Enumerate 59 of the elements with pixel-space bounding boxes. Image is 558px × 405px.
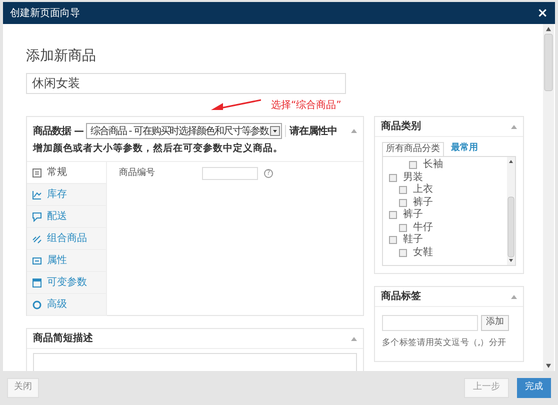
back-button[interactable]: 上一步 — [464, 378, 509, 398]
arrow-icon — [211, 99, 261, 111]
chart-icon — [32, 190, 42, 200]
category-label: 裤子 — [413, 198, 433, 208]
category-label: 鞋子 — [403, 235, 423, 246]
category-tab[interactable]: 所有商品分类 — [382, 142, 444, 156]
dropdown-icon — [270, 126, 280, 136]
category-label: 裤子 — [403, 210, 423, 220]
category-label: 牛仔 — [413, 222, 433, 233]
window-title: 创建新页面向导 — [10, 6, 80, 20]
category-label: 男装 — [403, 172, 423, 183]
product-data-tab[interactable]: 组合商品 — [27, 228, 106, 250]
panel-title: 商品简短描述 — [33, 331, 93, 346]
category-label: 女鞋 — [413, 248, 433, 258]
gear-icon — [32, 300, 42, 310]
close-dialog-button[interactable]: 关闭 — [7, 378, 39, 398]
tag-field[interactable] — [382, 315, 478, 331]
sku-label: 商品编号 — [119, 166, 156, 180]
checkbox[interactable] — [389, 236, 397, 244]
product-data-tab[interactable]: 高级 — [27, 294, 106, 316]
sku-field[interactable] — [202, 166, 258, 180]
checkbox[interactable] — [389, 174, 397, 182]
list-icon — [32, 168, 42, 178]
checkbox[interactable] — [409, 161, 417, 170]
product-data-tab[interactable]: 常规 — [27, 162, 106, 184]
category-tab[interactable]: 最常用 — [448, 142, 481, 156]
panel-title: 商品标签 — [381, 289, 421, 304]
panel-title: 商品数据 — — [33, 124, 84, 138]
checkbox[interactable] — [399, 248, 407, 257]
product-type-select[interactable]: 综合商品 - 可在购买时选择颜色和尺寸等参数 — [86, 123, 282, 139]
category-label: 上衣 — [413, 185, 433, 196]
checkbox[interactable] — [389, 211, 397, 220]
checkbox[interactable] — [399, 186, 407, 194]
link-icon — [32, 234, 42, 244]
collapse-arrow-icon[interactable] — [511, 294, 517, 298]
scrollbar-drawing[interactable] — [507, 157, 515, 265]
window-icon — [32, 278, 42, 288]
checkbox[interactable] — [399, 224, 407, 232]
chat-bubble-icon — [32, 212, 42, 222]
collapse-arrow-icon[interactable] — [511, 124, 517, 128]
product-data-tab[interactable]: 配送 — [27, 206, 106, 228]
finish-button[interactable]: 完成 — [517, 378, 551, 398]
product-data-tab[interactable]: 库存 — [27, 184, 106, 206]
product-data-tab[interactable]: 属性 — [27, 250, 106, 272]
panel-note: 增加颜色或者大小等参数，然后在可变参数中定义商品。 — [33, 142, 284, 156]
panel-note: 请在属性中 — [289, 126, 338, 136]
scrollbar-drawing[interactable] — [543, 24, 554, 371]
product-data-tab[interactable]: 可变参数 — [27, 272, 106, 294]
add-button[interactable]: 添加 — [481, 315, 509, 331]
category-label: 长袖 — [423, 160, 443, 170]
collapse-arrow-icon[interactable] — [351, 129, 357, 133]
collapse-arrow-icon[interactable] — [351, 336, 357, 340]
panel-title: 商品类别 — [381, 119, 421, 134]
page-heading: 添加新商品 — [26, 47, 97, 66]
annotation: 选择“综合商品” — [271, 98, 342, 112]
tag-hint: 多个标签请用英文逗号（,）分开 — [382, 337, 508, 350]
checkbox[interactable] — [399, 198, 407, 207]
close-button[interactable]: × — [537, 6, 548, 20]
title-field[interactable]: 休闲女装 — [26, 73, 346, 94]
